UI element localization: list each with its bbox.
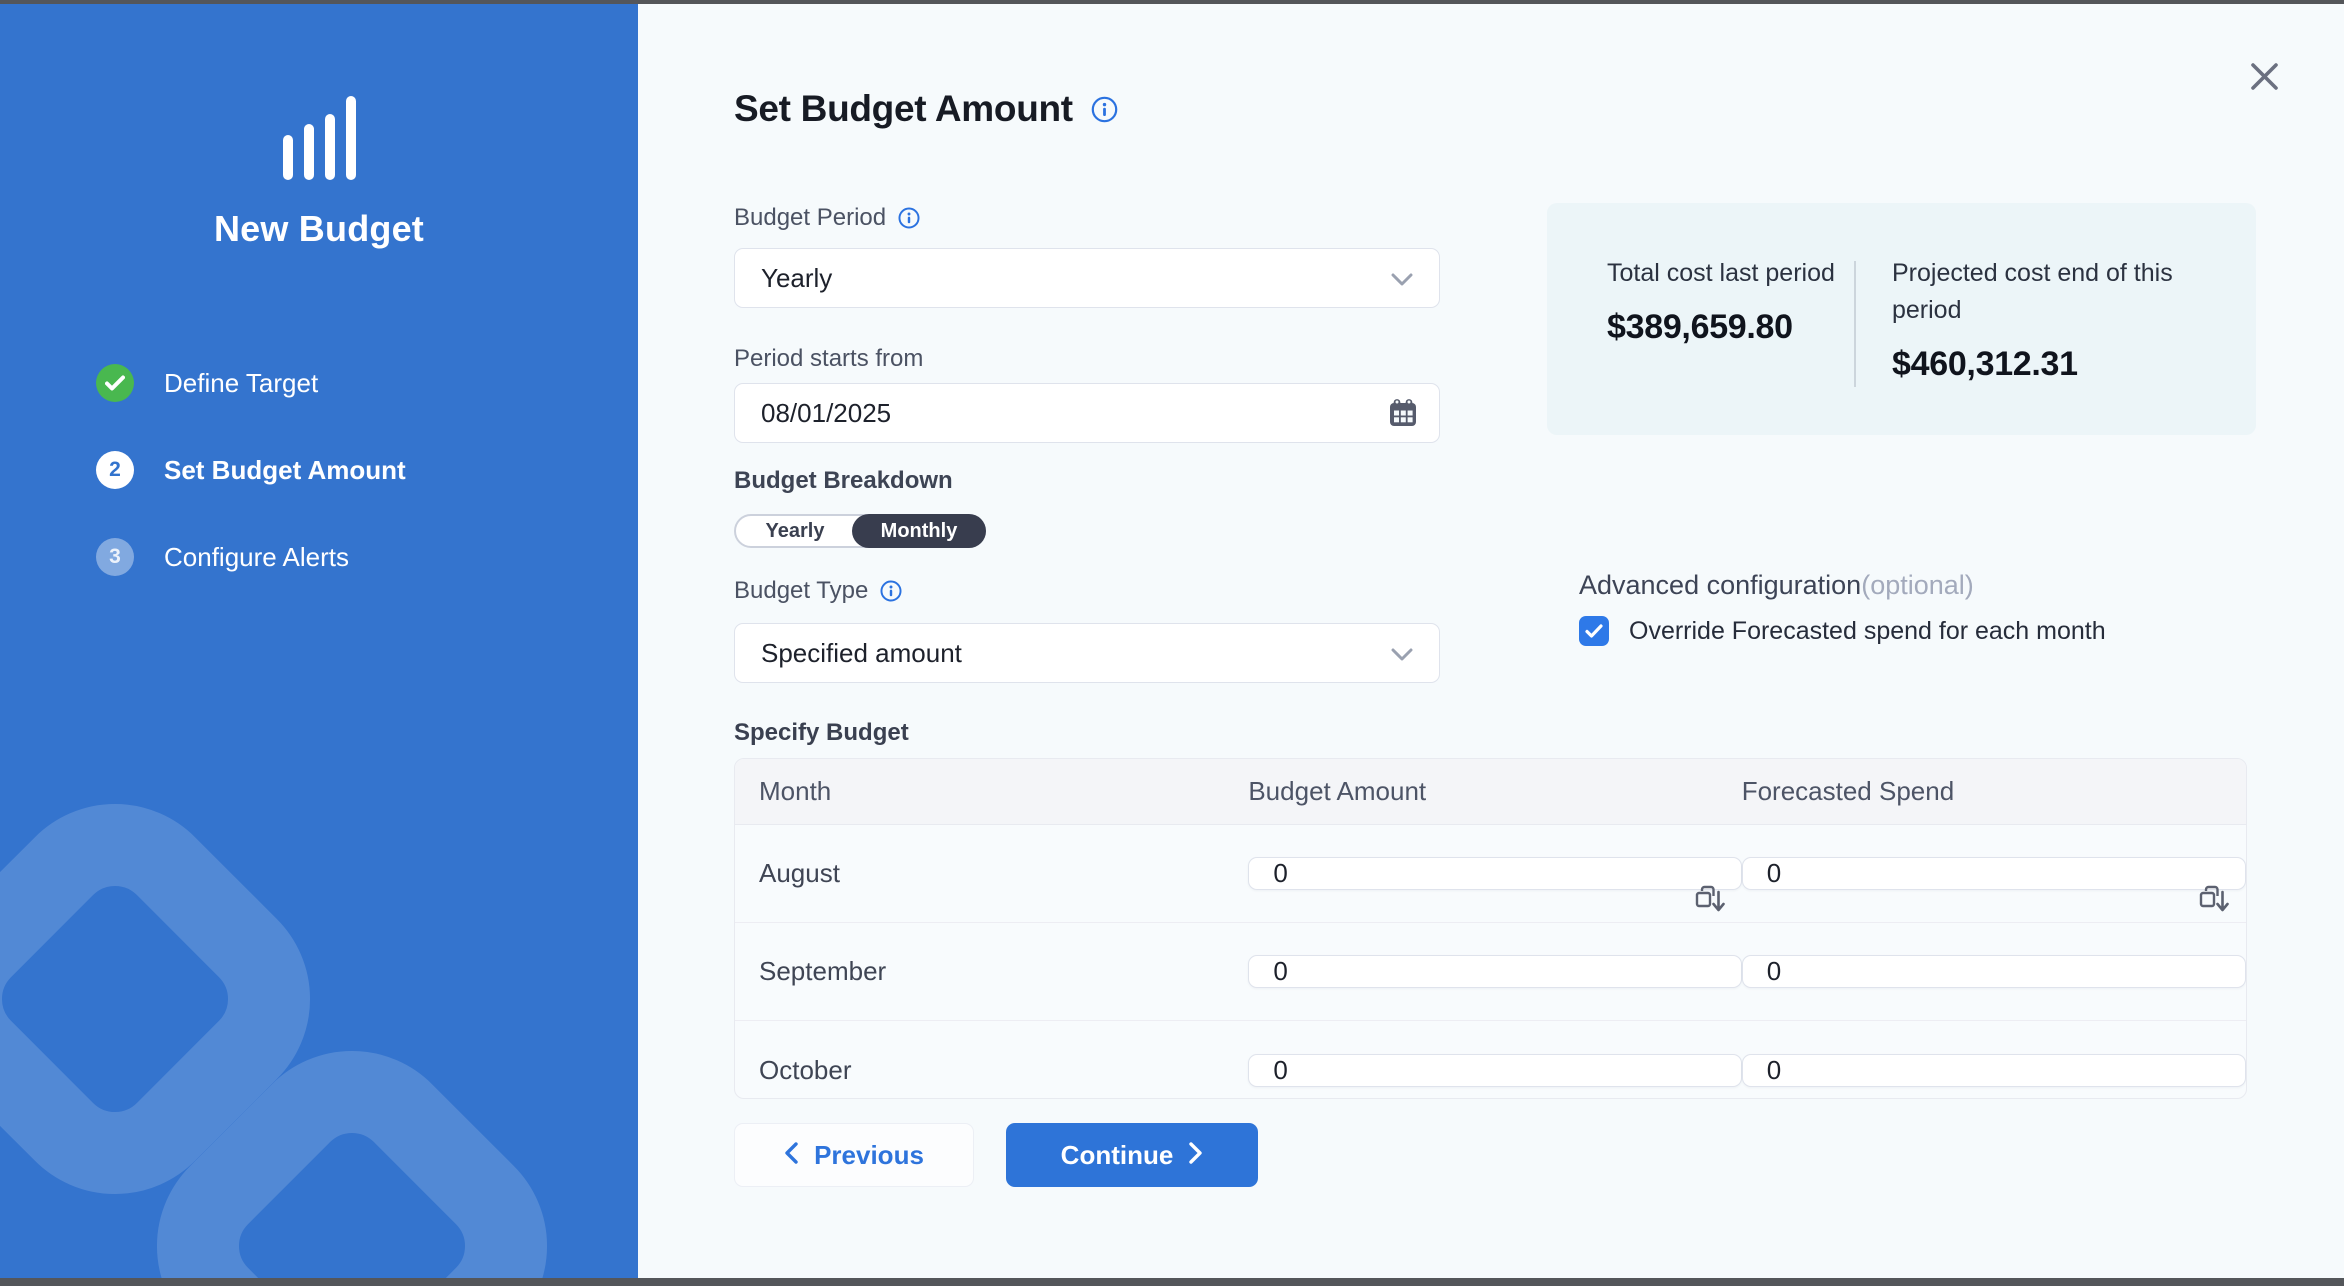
step-set-budget-amount[interactable]: 2 Set Budget Amount [96, 451, 406, 489]
table-row: September [735, 923, 2246, 1021]
set-budget-amount-panel: Set Budget Amount Budget Period Yearly P… [638, 4, 2344, 1278]
projected-cost-label: Projected cost end of this period [1892, 255, 2222, 329]
toggle-option-yearly[interactable]: Yearly [736, 516, 854, 546]
projected-cost-value: $460,312.31 [1892, 345, 2222, 384]
period-start-date-input[interactable] [734, 383, 1440, 443]
total-cost-label: Total cost last period [1607, 255, 1854, 292]
step-complete-check-icon [96, 364, 134, 402]
table-row: August [735, 825, 2246, 923]
copy-down-icon[interactable] [2197, 884, 2230, 921]
specify-budget-table: Month Budget Amount Forecasted Spend Aug… [734, 758, 2247, 1099]
wizard-steps: Define Target 2 Set Budget Amount 3 Conf… [96, 364, 406, 625]
page-title: Set Budget Amount [734, 88, 1073, 130]
budget-breakdown-label: Budget Breakdown [734, 467, 953, 495]
forecasted-spend-input[interactable] [1742, 955, 2246, 988]
cost-summary-card: Total cost last period $389,659.80 Proje… [1547, 203, 2256, 435]
table-row: October [735, 1021, 2246, 1099]
step-label: Define Target [164, 368, 318, 399]
window-edge-bottom [0, 1278, 2344, 1286]
budget-period-label: Budget Period [734, 204, 886, 232]
chevron-down-icon [1391, 263, 1413, 294]
toggle-option-monthly[interactable]: Monthly [852, 514, 986, 548]
month-cell: September [735, 956, 1248, 987]
budget-type-value: Specified amount [761, 638, 962, 669]
budget-breakdown-toggle: Yearly Monthly [734, 514, 986, 548]
wizard-title: New Budget [0, 208, 638, 250]
previous-button-label: Previous [814, 1140, 924, 1171]
specify-budget-label: Specify Budget [734, 719, 909, 747]
app-logo-bars-icon [0, 96, 638, 180]
wizard-sidebar: New Budget Define Target 2 Set Budget Am… [0, 4, 638, 1278]
window-edge-top [0, 0, 2344, 4]
step-label: Configure Alerts [164, 542, 349, 573]
advanced-configuration-title: Advanced configuration(optional) [1579, 570, 1974, 601]
column-header-month: Month [735, 776, 1248, 807]
step-configure-alerts[interactable]: 3 Configure Alerts [96, 538, 406, 576]
previous-button[interactable]: Previous [734, 1123, 974, 1187]
brand-watermark [0, 684, 638, 1278]
step-label: Set Budget Amount [164, 455, 406, 486]
step-define-target[interactable]: Define Target [96, 364, 406, 402]
period-starts-from-label: Period starts from [734, 345, 923, 373]
budget-type-select[interactable]: Specified amount [734, 623, 1440, 683]
budget-amount-input[interactable] [1248, 1054, 1741, 1087]
budget-period-select[interactable]: Yearly [734, 248, 1440, 308]
month-cell: August [735, 858, 1248, 889]
continue-button[interactable]: Continue [1006, 1123, 1258, 1187]
continue-button-label: Continue [1061, 1140, 1174, 1171]
override-forecast-option[interactable]: Override Forecasted spend for each month [1579, 616, 2106, 646]
table-header-row: Month Budget Amount Forecasted Spend [735, 759, 2246, 825]
close-icon[interactable] [2242, 54, 2286, 98]
month-cell: October [735, 1055, 1248, 1086]
copy-down-icon[interactable] [1693, 884, 1726, 921]
chevron-down-icon [1391, 638, 1413, 669]
override-forecast-label: Override Forecasted spend for each month [1629, 617, 2106, 646]
info-icon[interactable] [1091, 96, 1118, 123]
checkbox-checked-icon[interactable] [1579, 616, 1609, 646]
new-budget-wizard: New Budget Define Target 2 Set Budget Am… [0, 0, 2344, 1286]
step-number-badge: 3 [96, 538, 134, 576]
chevron-right-icon [1189, 1140, 1203, 1171]
total-cost-value: $389,659.80 [1607, 308, 1854, 347]
forecasted-spend-input[interactable] [1742, 857, 2246, 890]
column-header-budget-amount: Budget Amount [1248, 776, 1741, 807]
step-number-badge: 2 [96, 451, 134, 489]
forecasted-spend-input[interactable] [1742, 1054, 2246, 1087]
budget-amount-input[interactable] [1248, 955, 1741, 988]
info-icon[interactable] [898, 207, 920, 229]
info-icon[interactable] [880, 580, 902, 602]
chevron-left-icon [784, 1140, 798, 1171]
budget-amount-input[interactable] [1248, 857, 1741, 890]
period-start-date-field [734, 383, 1440, 443]
calendar-icon[interactable] [1386, 396, 1420, 435]
column-header-forecasted-spend: Forecasted Spend [1742, 776, 2246, 807]
budget-period-value: Yearly [761, 263, 832, 294]
budget-type-label: Budget Type [734, 577, 868, 605]
